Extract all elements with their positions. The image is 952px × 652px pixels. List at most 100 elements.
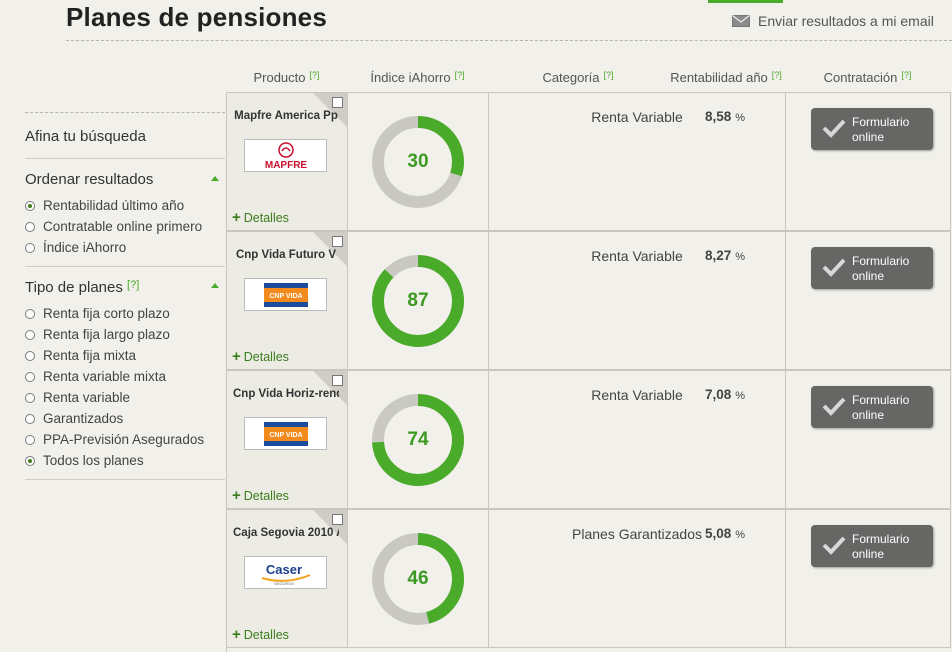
radio-button[interactable] <box>25 242 35 253</box>
collapse-arrow-icon[interactable] <box>211 283 219 288</box>
checkmark-icon <box>822 258 846 277</box>
order-option-label: Índice iAhorro <box>43 240 127 255</box>
help-icon[interactable]: [?] <box>310 70 320 80</box>
product-cell: Cnp Vida Horiz-rendiment CNP VIDA +Detalle… <box>227 371 348 508</box>
plan-row: Mapfre America Pp MAPFRE + Detalles 30 Renta … <box>227 92 951 231</box>
radio-button[interactable] <box>25 221 35 232</box>
sidebar-line <box>25 479 225 480</box>
header-return: Rentabilidad año [?] <box>670 70 782 85</box>
radio-button[interactable] <box>25 350 35 361</box>
compare-checkbox[interactable] <box>332 97 343 108</box>
plan-row: Cnp Vida Horiz-rendiment CNP VIDA +Detalle… <box>227 370 951 509</box>
page-title: Planes de pensiones <box>66 2 328 32</box>
plan-type-option[interactable]: Todos los planes <box>25 450 204 471</box>
plan-type-option-label: Renta variable <box>43 390 131 405</box>
radio-button[interactable] <box>25 392 35 403</box>
plan-type-option[interactable]: PPA-Previsión Asegurados <box>25 429 204 450</box>
details-link[interactable]: + Detalles <box>232 209 289 226</box>
button-label: Formulario online <box>852 254 910 283</box>
plan-type-option-label: Renta fija corto plazo <box>43 306 170 321</box>
email-results-link[interactable]: Enviar resultados a mi email <box>732 13 934 29</box>
plan-name[interactable]: Caja Segovia 2010 Alfa <box>233 526 339 540</box>
radio-button[interactable] <box>25 413 35 424</box>
online-form-button[interactable]: Formulario online <box>811 386 933 428</box>
product-cell: Caja Segovia 2010 Alfa Caser SEGUROS +Detal… <box>227 510 348 647</box>
index-value: 30 <box>407 151 429 172</box>
svg-text:CNP VIDA: CNP VIDA <box>269 432 302 439</box>
plan-type-option[interactable]: Renta fija corto plazo <box>25 303 204 324</box>
plan-name[interactable]: Cnp Vida Horiz-rendiment <box>233 387 339 401</box>
plan-type-title[interactable]: Tipo de planes [?] <box>25 279 139 296</box>
help-icon[interactable]: [?] <box>772 70 782 80</box>
order-option-label: Contratable online primero <box>43 219 203 234</box>
details-link[interactable]: + Detalles <box>232 348 289 365</box>
svg-text:SEGUROS: SEGUROS <box>273 581 293 586</box>
plan-type-option[interactable]: Garantizados <box>25 408 204 429</box>
index-cell: 87 <box>348 232 489 369</box>
plan-row: Cnp Vida Futuro V CNP VIDA + Detalles 87 Rent… <box>227 231 951 370</box>
sidebar-line <box>25 266 225 267</box>
header-product: Producto [?] <box>253 70 320 85</box>
index-value: 46 <box>407 568 429 589</box>
svg-text:MAPFRE: MAPFRE <box>264 160 307 170</box>
header-contract: Contratación [?] <box>823 70 912 85</box>
collapse-arrow-icon[interactable] <box>211 176 219 181</box>
help-icon[interactable]: [?] <box>127 279 139 291</box>
help-icon[interactable]: [?] <box>901 70 911 80</box>
plan-type-option-label: Garantizados <box>43 411 124 426</box>
insurer-logo[interactable]: Caser SEGUROS <box>244 556 327 589</box>
details-link[interactable]: + Detalles <box>232 626 289 643</box>
plan-name[interactable]: Cnp Vida Futuro V <box>233 248 339 262</box>
button-label: Formulario online <box>852 115 910 144</box>
green-accent-bar <box>708 0 783 3</box>
order-title[interactable]: Ordenar resultados <box>25 171 153 188</box>
product-cell: Mapfre America Pp MAPFRE + Detalles <box>227 93 348 230</box>
checkmark-icon <box>822 119 846 138</box>
radio-button[interactable] <box>25 455 35 466</box>
radio-button[interactable] <box>25 308 35 319</box>
help-icon[interactable]: [?] <box>455 70 465 80</box>
compare-checkbox[interactable] <box>332 375 343 386</box>
plan-type-option-label: Renta variable mixta <box>43 369 167 384</box>
radio-button[interactable] <box>25 371 35 382</box>
return-value: 8,58% <box>705 109 746 124</box>
return-value: 5,08% <box>705 526 746 541</box>
refine-title: Afina tu búsqueda <box>25 128 146 145</box>
plan-type-option[interactable]: Renta variable mixta <box>25 366 204 387</box>
plan-type-option-label: PPA-Previsión Asegurados <box>43 432 205 447</box>
index-donut: 87 <box>368 251 468 356</box>
radio-button[interactable] <box>25 434 35 445</box>
insurer-logo[interactable]: CNP VIDA <box>244 278 327 311</box>
online-form-button[interactable]: Formulario online <box>811 108 933 150</box>
order-option[interactable]: Índice iAhorro <box>25 237 202 258</box>
plus-icon: + <box>232 348 241 365</box>
insurer-logo[interactable]: CNP VIDA <box>244 417 327 450</box>
plans-table: Mapfre America Pp MAPFRE + Detalles 30 Renta … <box>226 92 951 652</box>
plan-type-option[interactable]: Renta fija mixta <box>25 345 204 366</box>
order-option[interactable]: Rentabilidad último año <box>25 195 202 216</box>
return-value: 8,27% <box>705 248 746 263</box>
compare-checkbox[interactable] <box>332 514 343 525</box>
online-form-button[interactable]: Formulario online <box>811 247 933 289</box>
plan-type-option[interactable]: Renta fija largo plazo <box>25 324 204 345</box>
radio-button[interactable] <box>25 200 35 211</box>
help-icon[interactable]: [?] <box>604 70 614 80</box>
index-donut: 46 <box>368 529 468 634</box>
header-category: Categoría [?] <box>542 70 614 85</box>
details-link[interactable]: + Detalles <box>232 487 289 504</box>
order-option[interactable]: Contratable online primero <box>25 216 202 237</box>
plan-name[interactable]: Mapfre America Pp <box>233 109 339 123</box>
plan-type-option-label: Renta fija largo plazo <box>43 327 170 342</box>
envelope-icon <box>732 15 750 27</box>
online-form-button[interactable]: Formulario online <box>811 525 933 567</box>
plan-type-option[interactable]: Renta variable <box>25 387 204 408</box>
radio-button[interactable] <box>25 329 35 340</box>
order-options: Rentabilidad último año Contratable onlin… <box>25 195 202 258</box>
header-index: Índice iAhorro [?] <box>370 70 465 85</box>
plus-icon: + <box>232 209 241 226</box>
index-value: 74 <box>407 429 429 450</box>
sidebar-line <box>25 158 225 159</box>
insurer-logo[interactable]: MAPFRE <box>244 139 327 172</box>
checkmark-icon <box>822 536 846 555</box>
compare-checkbox[interactable] <box>332 236 343 247</box>
